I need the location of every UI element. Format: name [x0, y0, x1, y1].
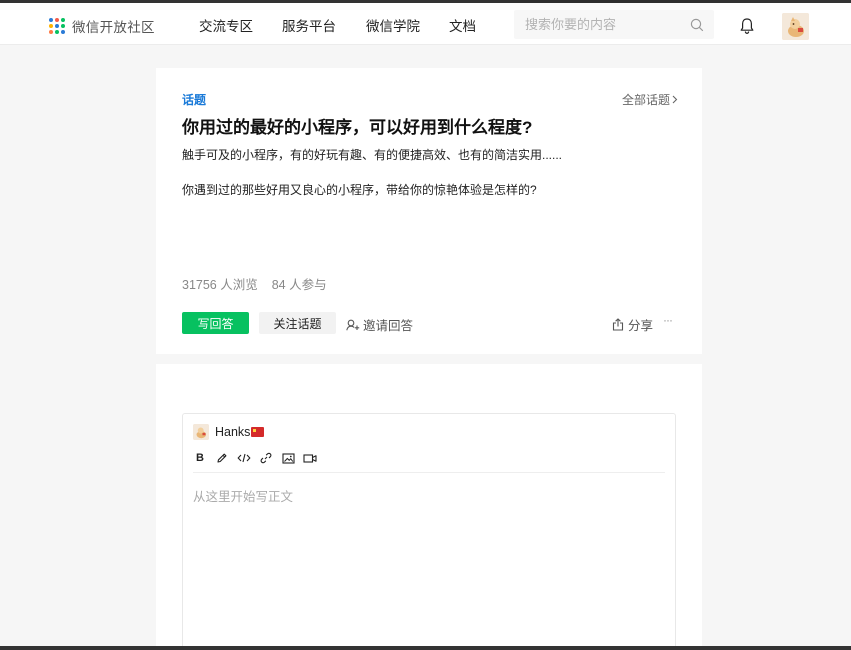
link-icon[interactable]	[259, 451, 273, 465]
window-bottom-edge	[0, 646, 851, 650]
all-topics-link[interactable]: 全部话题	[622, 91, 678, 108]
site-name: 微信开放社区	[72, 20, 155, 35]
topic-description-line-1: 触手可及的小程序，有的好玩有趣、有的便捷高效、也有的简洁实用......	[182, 148, 563, 162]
nav-link-docs[interactable]: 文档	[449, 15, 476, 35]
share-button[interactable]: 分享	[612, 315, 653, 334]
editor-user-info: Hanks	[193, 424, 265, 440]
search-box	[514, 10, 714, 39]
topic-label: 话题	[182, 93, 207, 107]
invite-user-icon	[346, 319, 360, 330]
share-icon	[612, 318, 624, 331]
chevron-right-icon	[672, 95, 678, 104]
editor-divider	[193, 472, 665, 473]
topic-title: 你用过的最好的小程序，可以好用到什么程度?	[182, 118, 533, 137]
participant-count: 84 人参与	[271, 278, 327, 292]
invite-answer-button[interactable]: 邀请回答	[346, 315, 413, 334]
avatar-illustration-icon	[193, 424, 209, 440]
nav-link-academy[interactable]: 微信学院	[366, 15, 420, 35]
all-topics-label: 全部话题	[621, 93, 670, 107]
answer-editor: Hanks B 从这里开始写正文	[182, 413, 676, 650]
search-icon[interactable]	[690, 18, 704, 32]
view-count: 31756 人浏览	[182, 278, 258, 292]
avatar-illustration-icon	[782, 13, 809, 40]
video-icon[interactable]	[303, 451, 317, 465]
flag-icon	[251, 427, 265, 437]
topic-description-line-2: 你遇到过的那些好用又良心的小程序，带给你的惊艳体验是怎样的?	[182, 183, 537, 197]
follow-topic-button[interactable]: 关注话题	[259, 312, 336, 334]
editor-user-avatar	[193, 424, 209, 440]
site-logo[interactable]: 微信开放社区	[49, 16, 155, 36]
editor-username: Hanks	[215, 425, 251, 439]
share-label: 分享	[628, 319, 654, 333]
topic-card: 话题 全部话题 你用过的最好的小程序，可以好用到什么程度? 触手可及的小程序，有…	[156, 68, 702, 354]
logo-dots-icon	[49, 18, 65, 34]
bold-icon[interactable]: B	[193, 451, 207, 465]
top-navbar: 微信开放社区 交流专区 服务平台 微信学院 文档	[0, 3, 851, 45]
write-answer-button[interactable]: 写回答	[182, 312, 249, 334]
more-options-icon[interactable]: ···	[663, 313, 673, 327]
nav-link-exchange[interactable]: 交流专区	[199, 15, 253, 35]
image-icon[interactable]	[281, 451, 295, 465]
editor-toolbar: B	[193, 451, 325, 465]
code-icon[interactable]	[237, 451, 251, 465]
notification-bell-icon[interactable]	[739, 17, 755, 35]
answer-card: Hanks B 从这里开始写正文	[156, 364, 702, 650]
editor-text-area[interactable]: 从这里开始写正文	[193, 486, 293, 505]
user-avatar[interactable]	[782, 13, 809, 40]
nav-link-services[interactable]: 服务平台	[282, 15, 336, 35]
invite-answer-label: 邀请回答	[363, 319, 414, 333]
pen-icon[interactable]	[215, 451, 229, 465]
topic-stats: 31756 人浏览 84 人参与	[182, 274, 327, 293]
search-input[interactable]	[514, 10, 674, 39]
